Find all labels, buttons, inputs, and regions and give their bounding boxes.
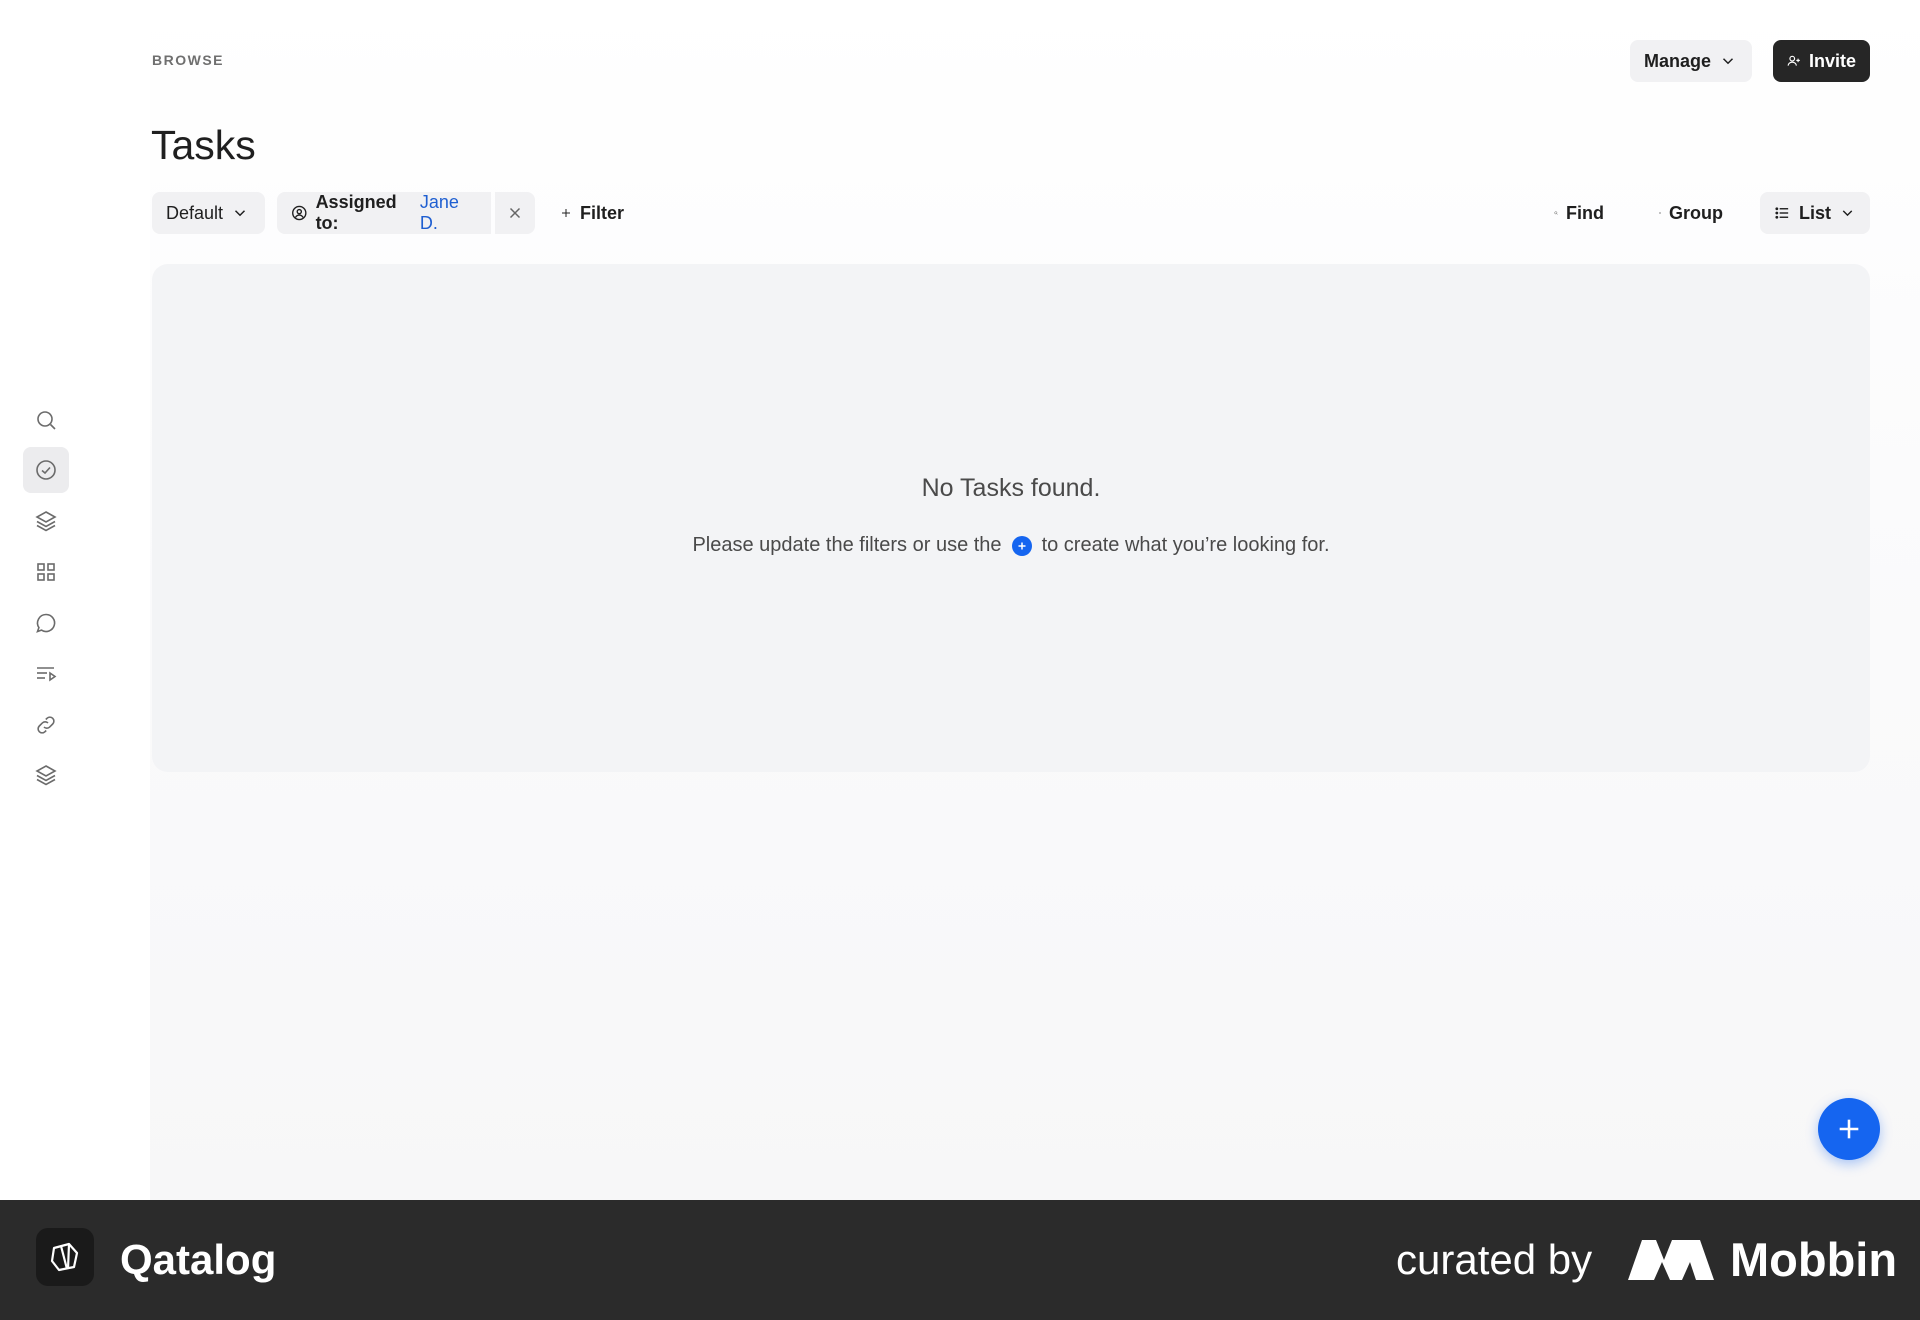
plus-circle-icon bbox=[1011, 535, 1032, 556]
invite-label: Invite bbox=[1808, 50, 1856, 71]
mobbin-brand: Mobbin bbox=[1730, 1233, 1898, 1286]
assigned-value[interactable]: Jane D. bbox=[420, 192, 477, 234]
view-dropdown[interactable]: Default bbox=[152, 192, 265, 234]
app-window: BROWSE Tasks Manage Invite Default Assig… bbox=[0, 0, 1920, 1200]
empty-state-title: No Tasks found. bbox=[921, 474, 1101, 502]
group-button[interactable]: Group bbox=[1645, 192, 1737, 234]
create-task-button[interactable] bbox=[1818, 1098, 1880, 1160]
chevron-down-icon bbox=[1723, 58, 1734, 65]
assigned-filter-chip[interactable]: Assigned to: Jane D. bbox=[277, 192, 491, 234]
user-circle-icon bbox=[292, 205, 307, 221]
manage-label: Manage bbox=[1644, 50, 1712, 71]
filter-label: Filter bbox=[579, 202, 624, 223]
add-filter-button[interactable]: Filter bbox=[546, 192, 638, 234]
breadcrumb: BROWSE bbox=[152, 52, 224, 68]
qatalog-logo-icon bbox=[36, 1228, 94, 1286]
grid-icon[interactable] bbox=[23, 549, 69, 595]
group-icon bbox=[1659, 212, 1661, 214]
check-circle-icon[interactable] bbox=[23, 447, 69, 493]
chevron-down-icon bbox=[235, 210, 246, 217]
app-name: Qatalog bbox=[120, 1236, 277, 1283]
link-icon[interactable] bbox=[23, 702, 69, 748]
stack-icon[interactable] bbox=[23, 752, 69, 798]
view-label: Default bbox=[166, 202, 224, 223]
search-icon[interactable] bbox=[23, 397, 69, 443]
layout-label: List bbox=[1798, 202, 1831, 223]
search-icon bbox=[1554, 211, 1558, 215]
close-icon bbox=[509, 207, 521, 219]
empty-state-panel: No Tasks found. Please update the filter… bbox=[152, 264, 1870, 772]
empty-state-message: Please update the filters or use the to … bbox=[152, 534, 1870, 557]
add-user-icon bbox=[1787, 55, 1800, 66]
layers-icon[interactable] bbox=[23, 498, 69, 544]
list-icon bbox=[1775, 207, 1789, 219]
chevron-down-icon bbox=[1842, 210, 1853, 217]
invite-button[interactable]: Invite bbox=[1773, 40, 1870, 82]
plus-icon bbox=[1839, 1119, 1859, 1139]
group-label: Group bbox=[1669, 202, 1723, 223]
manage-button[interactable]: Manage bbox=[1630, 40, 1752, 82]
assigned-label: Assigned to: bbox=[315, 192, 397, 233]
layout-dropdown[interactable]: List bbox=[1760, 192, 1870, 234]
page-title: Tasks bbox=[151, 122, 256, 168]
playlist-icon[interactable] bbox=[23, 651, 69, 697]
empty-state-message-start: Please update the filters or use the bbox=[692, 534, 1002, 556]
remove-filter-button[interactable] bbox=[495, 192, 535, 234]
find-button[interactable]: Find bbox=[1540, 192, 1618, 234]
empty-state-message-end: to create what you’re looking for. bbox=[1041, 534, 1330, 556]
sidebar bbox=[0, 0, 150, 1200]
chat-icon[interactable] bbox=[23, 600, 69, 646]
mobbin-logo-icon bbox=[1628, 1240, 1714, 1280]
plus-icon bbox=[561, 209, 570, 217]
curated-by-text: curated by bbox=[1396, 1236, 1593, 1283]
footer-bar: Qatalog curated by Mobbin bbox=[0, 1200, 1920, 1320]
find-label: Find bbox=[1566, 202, 1604, 223]
